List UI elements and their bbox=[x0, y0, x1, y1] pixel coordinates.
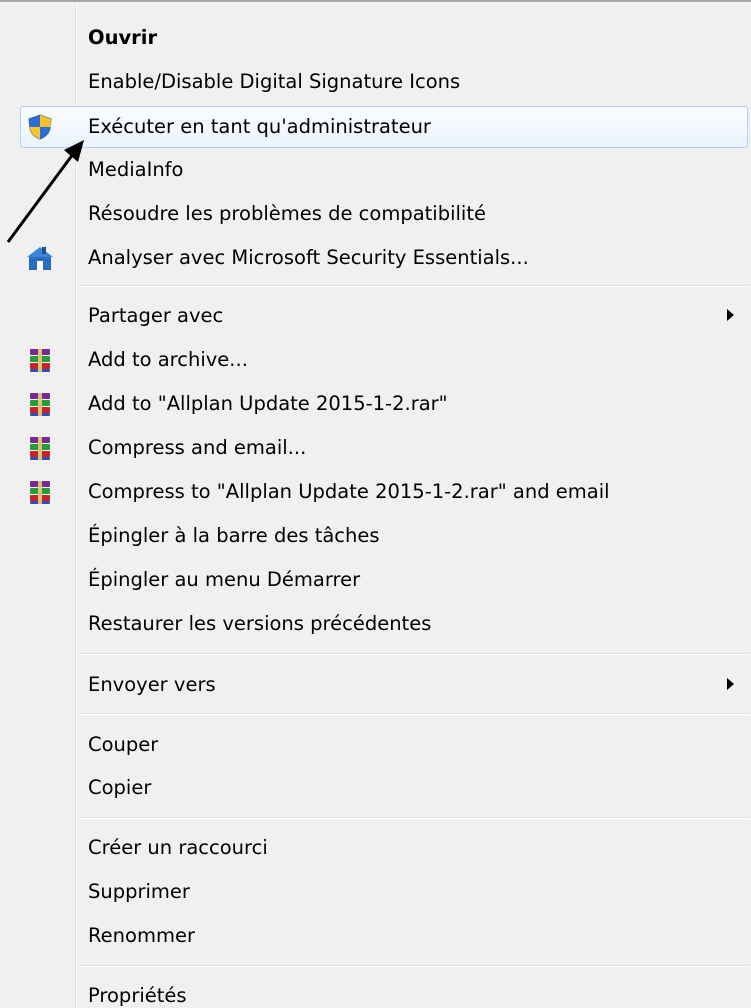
menu-item-properties[interactable]: Propriétés bbox=[0, 974, 751, 1008]
menu-separator bbox=[77, 965, 749, 967]
menu-item-scan-security-essentials[interactable]: Analyser avec Microsoft Security Essenti… bbox=[0, 236, 751, 280]
menu-item-label: Épingler à la barre des tâches bbox=[88, 524, 380, 547]
menu-item-add-to-rar[interactable]: Add to "Allplan Update 2015-1-2.rar" bbox=[0, 382, 751, 426]
menu-item-mediainfo[interactable]: MediaInfo bbox=[0, 148, 751, 192]
menu-item-open[interactable]: Ouvrir bbox=[0, 16, 751, 60]
menu-item-share-with[interactable]: Partager avec bbox=[0, 294, 751, 338]
menu-item-label: Résoudre les problèmes de compatibilité bbox=[88, 202, 486, 225]
menu-item-cut[interactable]: Couper bbox=[0, 723, 751, 767]
menu-separator bbox=[77, 817, 749, 819]
menu-item-restore-previous-versions[interactable]: Restaurer les versions précédentes bbox=[0, 602, 751, 646]
menu-item-rename[interactable]: Renommer bbox=[0, 914, 751, 958]
menu-item-copy[interactable]: Copier bbox=[0, 766, 751, 810]
menu-item-create-shortcut[interactable]: Créer un raccourci bbox=[0, 826, 751, 870]
menu-item-label: Add to archive... bbox=[88, 348, 248, 371]
menu-item-label: Compress to "Allplan Update 2015-1-2.rar… bbox=[88, 480, 610, 503]
menu-item-label: Créer un raccourci bbox=[88, 836, 268, 859]
menu-item-label: Copier bbox=[88, 776, 152, 799]
menu-item-label: Exécuter en tant qu'administrateur bbox=[88, 115, 431, 138]
menu-item-label: Enable/Disable Digital Signature Icons bbox=[88, 70, 461, 93]
menu-item-run-as-admin[interactable]: Exécuter en tant qu'administrateur bbox=[20, 105, 748, 149]
menu-item-troubleshoot-compatibility[interactable]: Résoudre les problèmes de compatibilité bbox=[0, 192, 751, 236]
menu-item-label: Épingler au menu Démarrer bbox=[88, 568, 361, 591]
menu-separator bbox=[77, 713, 749, 715]
menu-separator bbox=[77, 285, 749, 287]
menu-separator bbox=[77, 653, 749, 655]
submenu-arrow-icon bbox=[727, 309, 734, 321]
menu-item-delete[interactable]: Supprimer bbox=[0, 870, 751, 914]
menu-item-label: Restaurer les versions précédentes bbox=[88, 612, 432, 635]
menu-item-compress-to-rar-and-email[interactable]: Compress to "Allplan Update 2015-1-2.rar… bbox=[0, 470, 751, 514]
menu-item-label: Envoyer vers bbox=[88, 673, 216, 696]
menu-item-label: Supprimer bbox=[88, 880, 190, 903]
menu-item-pin-to-taskbar[interactable]: Épingler à la barre des tâches bbox=[0, 514, 751, 558]
menu-item-digital-signature-icons[interactable]: Enable/Disable Digital Signature Icons bbox=[0, 60, 751, 104]
winrar-icon bbox=[30, 437, 50, 460]
submenu-arrow-icon bbox=[727, 678, 734, 690]
menu-item-label: Compress and email... bbox=[88, 436, 307, 459]
menu-item-compress-and-email[interactable]: Compress and email... bbox=[0, 426, 751, 470]
menu-item-label: Propriétés bbox=[88, 984, 187, 1007]
winrar-icon bbox=[30, 393, 50, 416]
menu-item-label: Add to "Allplan Update 2015-1-2.rar" bbox=[88, 392, 448, 415]
menu-item-label: Couper bbox=[88, 733, 159, 756]
menu-item-label: Renommer bbox=[88, 924, 195, 947]
menu-item-send-to[interactable]: Envoyer vers bbox=[0, 663, 751, 707]
context-menu: Ouvrir Enable/Disable Digital Signature … bbox=[0, 0, 751, 1008]
menu-item-label: MediaInfo bbox=[88, 158, 184, 181]
annotation-arrow-icon bbox=[6, 140, 84, 243]
menu-item-pin-to-start-menu[interactable]: Épingler au menu Démarrer bbox=[0, 558, 751, 602]
winrar-icon bbox=[30, 349, 50, 372]
menu-item-label: Analyser avec Microsoft Security Essenti… bbox=[88, 246, 529, 269]
menu-item-label: Ouvrir bbox=[88, 26, 158, 49]
winrar-icon bbox=[30, 481, 50, 504]
menu-item-label: Partager avec bbox=[88, 304, 224, 327]
menu-item-add-to-archive[interactable]: Add to archive... bbox=[0, 338, 751, 382]
